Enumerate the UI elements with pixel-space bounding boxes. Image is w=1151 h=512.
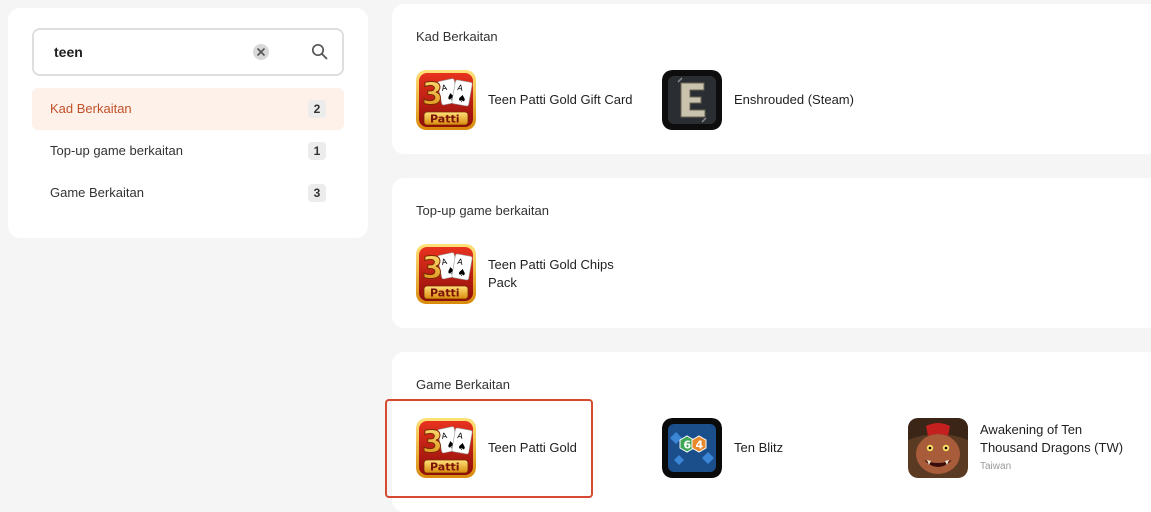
card-name: Teen Patti Gold Chips Pack [488,257,614,290]
filter-count-badge: 2 [308,100,326,118]
ten-blitz-logo-icon: 6 4 [662,418,722,478]
result-card-ten-blitz[interactable]: 6 4 Ten Blitz [662,415,882,481]
result-card-teen-patti-gold[interactable]: Teen Patti Gold [416,415,636,481]
result-card-enshrouded[interactable]: Enshrouded (Steam) [662,67,882,133]
card-name: Ten Blitz [734,440,784,455]
filter-panel: Kad Berkaitan 2 Top-up game berkaitan 1 … [8,8,368,238]
card-region: Taiwan [980,461,1012,472]
svg-text:4: 4 [696,439,704,452]
teen-patti-logo-icon [416,70,476,130]
section-title: Top-up game berkaitan [416,203,549,218]
section-kad-berkaitan: Kad Berkaitan Teen Patti Gold Gift Card … [392,4,1151,154]
section-game-berkaitan: Game Berkaitan Teen Patti Gold 6 4 Ten B… [392,352,1151,512]
card-name: Teen Patti Gold [488,440,577,455]
result-card-teen-patti-gift-card[interactable]: Teen Patti Gold Gift Card [416,67,636,133]
card-name: Awakening of Ten Thousand Dragons (TW) [980,422,1124,455]
teen-patti-logo-icon [416,418,476,478]
card-name: Enshrouded (Steam) [734,92,854,107]
filter-count-badge: 1 [308,142,326,160]
enshrouded-logo-icon [662,70,722,130]
filter-label: Top-up game berkaitan [50,143,183,158]
search-button[interactable] [310,42,330,62]
svg-text:6: 6 [684,439,692,452]
filter-item-topup-game[interactable]: Top-up game berkaitan 1 [32,130,344,172]
filter-count-badge: 3 [308,184,326,202]
dragon-creature-logo-icon [908,418,968,478]
filter-item-game-berkaitan[interactable]: Game Berkaitan 3 [32,172,344,214]
filter-item-kad-berkaitan[interactable]: Kad Berkaitan 2 [32,88,344,130]
result-card-awakening-ten-thousand-dragons[interactable]: Awakening of Ten Thousand Dragons (TW) T… [908,415,1148,481]
close-icon [257,48,265,56]
search-icon [311,43,328,60]
filter-label: Game Berkaitan [50,185,144,200]
filter-label: Kad Berkaitan [50,101,132,116]
card-name: Teen Patti Gold Gift Card [488,92,633,107]
section-topup-game-berkaitan: Top-up game berkaitan Teen Patti Gold Ch… [392,178,1151,328]
search-input[interactable] [54,30,254,74]
section-title: Kad Berkaitan [416,29,498,44]
result-card-teen-patti-chips-pack[interactable]: Teen Patti Gold Chips Pack [416,241,636,307]
clear-search-button[interactable] [253,44,269,60]
search-box [32,28,344,76]
teen-patti-logo-icon [416,244,476,304]
section-title: Game Berkaitan [416,377,510,392]
